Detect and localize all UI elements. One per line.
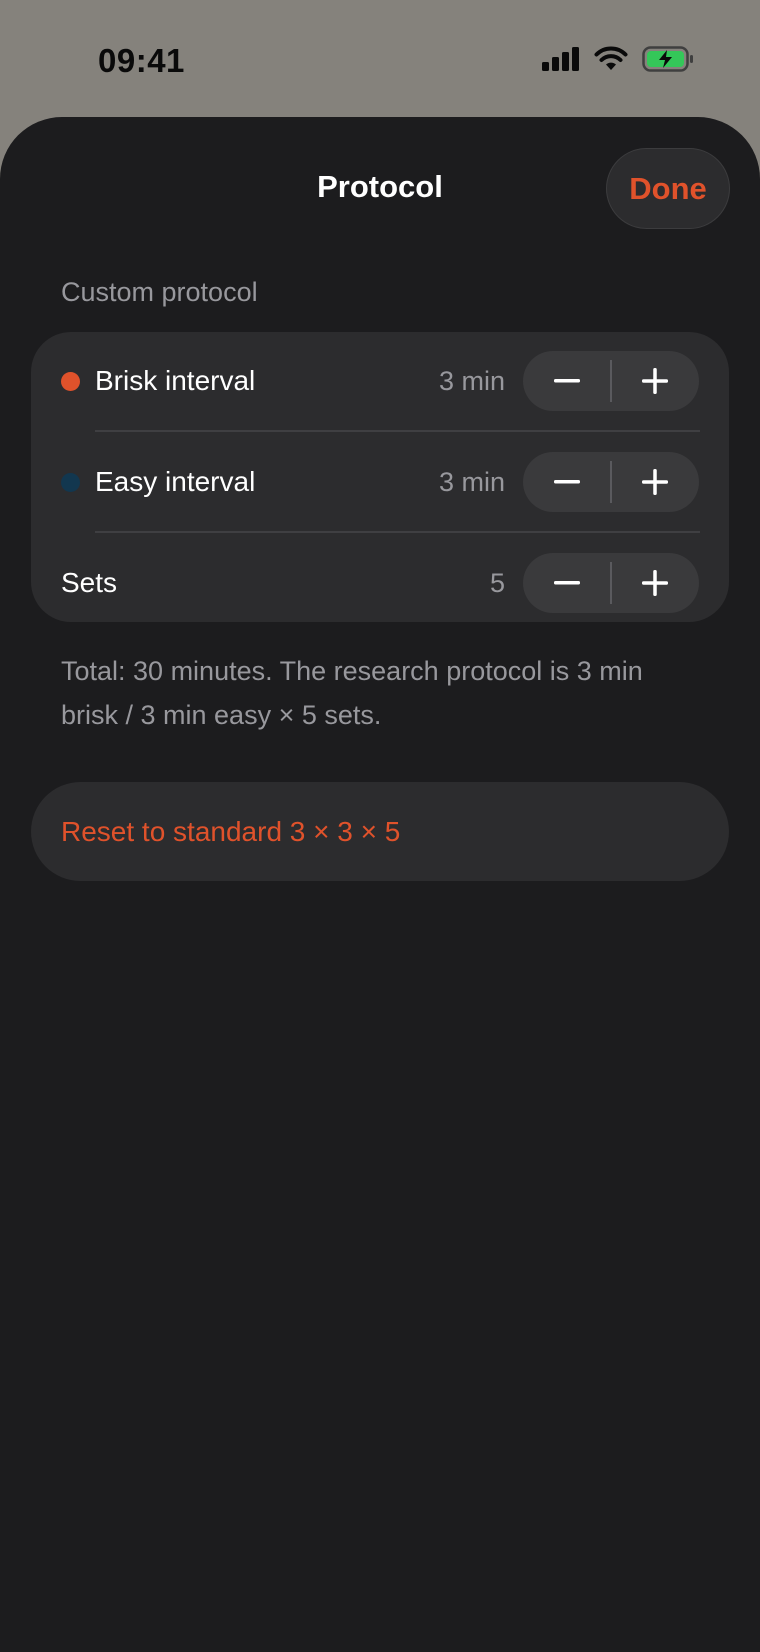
brisk-decrement-button[interactable] bbox=[523, 351, 610, 411]
brisk-indicator-dot bbox=[61, 372, 80, 391]
done-button[interactable]: Done bbox=[606, 148, 730, 229]
total-footnote: Total: 30 minutes. The research protocol… bbox=[61, 656, 643, 730]
minus-icon bbox=[553, 480, 580, 484]
reset-to-standard-button[interactable]: Reset to standard 3 × 3 × 5 bbox=[31, 782, 729, 881]
easy-interval-label: Easy interval bbox=[95, 466, 256, 497]
brisk-interval-row: Brisk interval 3 min bbox=[31, 332, 729, 428]
brisk-interval-value: 3 min bbox=[438, 366, 505, 396]
minus-icon bbox=[553, 581, 580, 585]
minus-icon bbox=[553, 379, 580, 383]
sets-label: Sets bbox=[61, 567, 118, 598]
battery-charging-icon bbox=[642, 46, 694, 77]
plus-icon bbox=[642, 469, 669, 495]
easy-indicator-dot bbox=[61, 473, 80, 492]
cellular-signal-icon bbox=[542, 47, 580, 76]
status-time: 09:41 bbox=[98, 42, 185, 79]
easy-interval-stepper bbox=[523, 452, 699, 512]
brisk-interval-stepper bbox=[523, 351, 699, 411]
brisk-increment-button[interactable] bbox=[612, 351, 699, 411]
status-bar: 09:41 bbox=[0, 0, 760, 118]
row-separator bbox=[95, 430, 700, 432]
section-label: Custom protocol bbox=[61, 277, 258, 307]
row-separator bbox=[95, 531, 700, 533]
protocol-settings-card: Brisk interval 3 min Easy interval 3 min bbox=[31, 332, 729, 622]
wifi-icon bbox=[594, 46, 628, 77]
easy-interval-value: 3 min bbox=[438, 467, 505, 497]
sets-increment-button[interactable] bbox=[612, 553, 699, 613]
easy-interval-row: Easy interval 3 min bbox=[31, 433, 729, 529]
sets-value: 5 bbox=[489, 568, 505, 598]
sets-row: Sets 5 bbox=[31, 534, 729, 630]
plus-icon bbox=[642, 570, 669, 596]
status-icons bbox=[542, 46, 694, 77]
easy-increment-button[interactable] bbox=[612, 452, 699, 512]
easy-decrement-button[interactable] bbox=[523, 452, 610, 512]
protocol-sheet: Protocol Done Custom protocol Brisk inte… bbox=[0, 117, 760, 1652]
sets-decrement-button[interactable] bbox=[523, 553, 610, 613]
brisk-interval-label: Brisk interval bbox=[95, 365, 256, 396]
sets-stepper bbox=[523, 553, 699, 613]
plus-icon bbox=[642, 368, 669, 394]
